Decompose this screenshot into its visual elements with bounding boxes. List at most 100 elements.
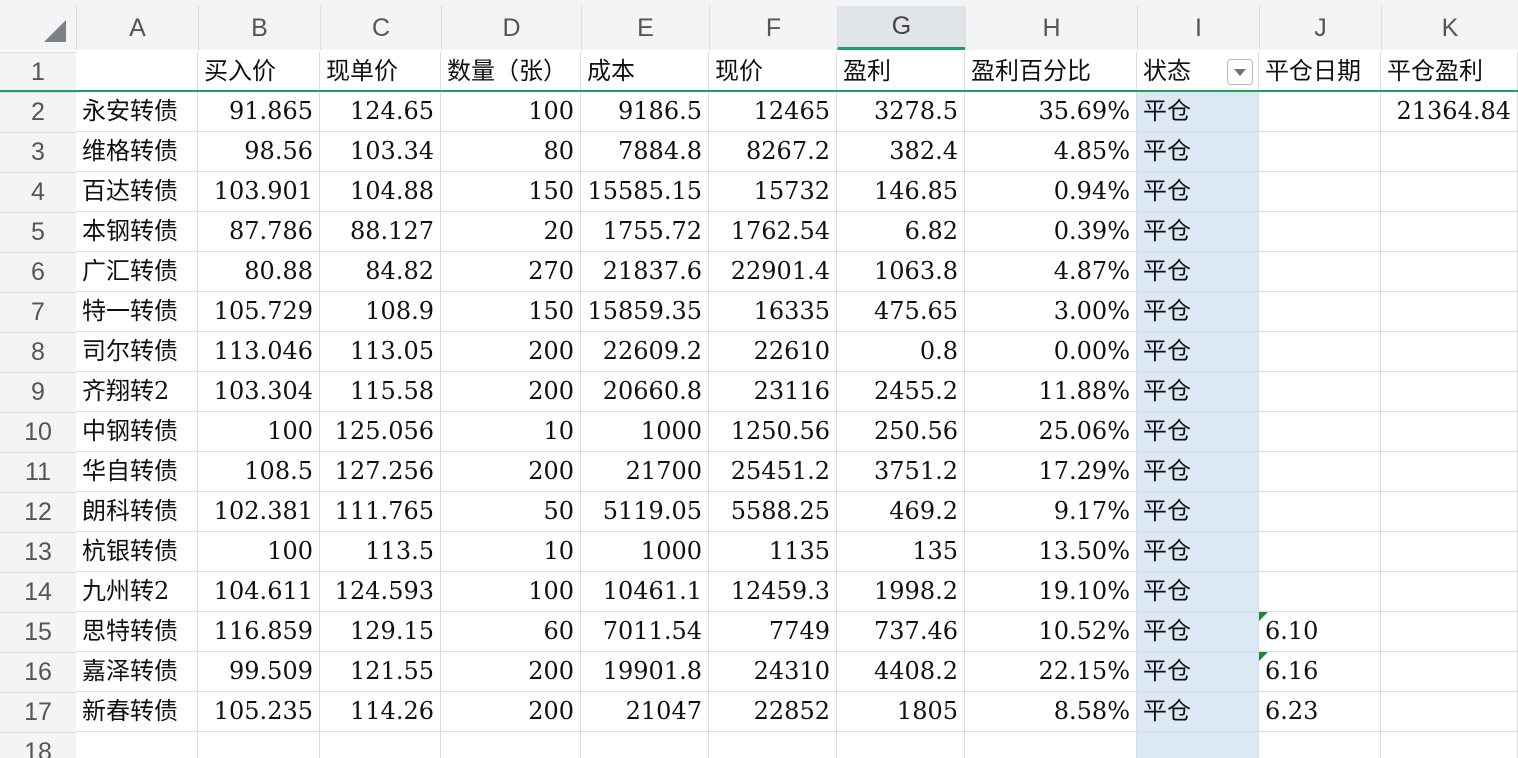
cell-d1[interactable]: 数量（张）: [441, 52, 581, 92]
cell-f13[interactable]: 1135: [709, 532, 837, 572]
cell-c10[interactable]: 125.056: [320, 412, 441, 452]
cell-j8[interactable]: [1259, 332, 1381, 372]
cell-d6[interactable]: 270: [441, 252, 581, 292]
column-header-k[interactable]: K: [1381, 6, 1518, 50]
row-header-9[interactable]: 9: [0, 372, 76, 412]
cell-j4[interactable]: [1259, 172, 1381, 212]
cell-c13[interactable]: 113.5: [320, 532, 441, 572]
cell-k14[interactable]: [1381, 572, 1518, 612]
cell-c7[interactable]: 108.9: [320, 292, 441, 332]
cell-g3[interactable]: 382.4: [837, 132, 965, 172]
row-header-5[interactable]: 5: [0, 212, 76, 252]
cell-c6[interactable]: 84.82: [320, 252, 441, 292]
spreadsheet-grid[interactable]: ABCDEFGHIJK 1 2 3 4 5 6 7 8 9 10 11 12 13 14 15 16 17 18 …: [0, 0, 1518, 758]
cell-b1[interactable]: 买入价: [198, 52, 320, 92]
cell-i10[interactable]: 平仓: [1137, 412, 1259, 452]
cell-k18[interactable]: [1381, 732, 1518, 758]
cell-c3[interactable]: 103.34: [320, 132, 441, 172]
cell-j3[interactable]: [1259, 132, 1381, 172]
cell-d9[interactable]: 200: [441, 372, 581, 412]
cell-f17[interactable]: 22852: [709, 692, 837, 732]
cell-f11[interactable]: 25451.2: [709, 452, 837, 492]
cell-b6[interactable]: 80.88: [198, 252, 320, 292]
cell-i15[interactable]: 平仓: [1137, 612, 1259, 652]
cell-j2[interactable]: [1259, 92, 1381, 132]
cell-d2[interactable]: 100: [441, 92, 581, 132]
cell-k10[interactable]: [1381, 412, 1518, 452]
cell-i6[interactable]: 平仓: [1137, 252, 1259, 292]
cell-f1[interactable]: 现价: [709, 52, 837, 92]
cell-i13[interactable]: 平仓: [1137, 532, 1259, 572]
cell-e11[interactable]: 21700: [581, 452, 709, 492]
cell-c1[interactable]: 现单价: [320, 52, 441, 92]
cell-d13[interactable]: 10: [441, 532, 581, 572]
cell-a10[interactable]: 中钢转债: [76, 412, 198, 452]
cell-h14[interactable]: 19.10%: [965, 572, 1137, 612]
cell-c2[interactable]: 124.65: [320, 92, 441, 132]
row-header-16[interactable]: 16: [0, 652, 76, 692]
cell-g12[interactable]: 469.2: [837, 492, 965, 532]
cell-h1[interactable]: 盈利百分比: [965, 52, 1137, 92]
cell-i18[interactable]: [1137, 732, 1259, 758]
cell-k3[interactable]: [1381, 132, 1518, 172]
cell-j5[interactable]: [1259, 212, 1381, 252]
cell-b13[interactable]: 100: [198, 532, 320, 572]
cell-k7[interactable]: [1381, 292, 1518, 332]
row-header-10[interactable]: 10: [0, 412, 76, 452]
cell-a16[interactable]: 嘉泽转债: [76, 652, 198, 692]
cell-c11[interactable]: 127.256: [320, 452, 441, 492]
row-header-8[interactable]: 8: [0, 332, 76, 372]
cell-b12[interactable]: 102.381: [198, 492, 320, 532]
cell-a12[interactable]: 朗科转债: [76, 492, 198, 532]
cell-i12[interactable]: 平仓: [1137, 492, 1259, 532]
cell-i5[interactable]: 平仓: [1137, 212, 1259, 252]
cell-i17[interactable]: 平仓: [1137, 692, 1259, 732]
cell-i11[interactable]: 平仓: [1137, 452, 1259, 492]
cell-e3[interactable]: 7884.8: [581, 132, 709, 172]
column-header-a[interactable]: A: [76, 6, 198, 50]
cell-h5[interactable]: 0.39%: [965, 212, 1137, 252]
cell-b14[interactable]: 104.611: [198, 572, 320, 612]
cell-b8[interactable]: 113.046: [198, 332, 320, 372]
cell-g11[interactable]: 3751.2: [837, 452, 965, 492]
cell-c8[interactable]: 113.05: [320, 332, 441, 372]
cell-k13[interactable]: [1381, 532, 1518, 572]
cell-e15[interactable]: 7011.54: [581, 612, 709, 652]
cell-b3[interactable]: 98.56: [198, 132, 320, 172]
cell-g7[interactable]: 475.65: [837, 292, 965, 332]
column-header-g[interactable]: G: [837, 6, 965, 50]
cell-g15[interactable]: 737.46: [837, 612, 965, 652]
cell-c9[interactable]: 115.58: [320, 372, 441, 412]
cell-h18[interactable]: [965, 732, 1137, 758]
cell-f2[interactable]: 12465: [709, 92, 837, 132]
row-header-14[interactable]: 14: [0, 572, 76, 612]
cell-a1[interactable]: [76, 52, 198, 92]
cell-h13[interactable]: 13.50%: [965, 532, 1137, 572]
cell-a7[interactable]: 特一转债: [76, 292, 198, 332]
cell-h8[interactable]: 0.00%: [965, 332, 1137, 372]
cell-j7[interactable]: [1259, 292, 1381, 332]
cell-d4[interactable]: 150: [441, 172, 581, 212]
cell-e16[interactable]: 19901.8: [581, 652, 709, 692]
cell-k1[interactable]: 平仓盈利: [1381, 52, 1518, 92]
cell-g8[interactable]: 0.8: [837, 332, 965, 372]
cell-a4[interactable]: 百达转债: [76, 172, 198, 212]
cell-h9[interactable]: 11.88%: [965, 372, 1137, 412]
cell-a17[interactable]: 新春转债: [76, 692, 198, 732]
column-header-d[interactable]: D: [441, 6, 581, 50]
cell-c14[interactable]: 124.593: [320, 572, 441, 612]
cell-a3[interactable]: 维格转债: [76, 132, 198, 172]
cell-k15[interactable]: [1381, 612, 1518, 652]
cell-h6[interactable]: 4.87%: [965, 252, 1137, 292]
cell-h10[interactable]: 25.06%: [965, 412, 1137, 452]
cell-k12[interactable]: [1381, 492, 1518, 532]
cell-c5[interactable]: 88.127: [320, 212, 441, 252]
cell-i14[interactable]: 平仓: [1137, 572, 1259, 612]
cell-e6[interactable]: 21837.6: [581, 252, 709, 292]
cell-j12[interactable]: [1259, 492, 1381, 532]
cell-c4[interactable]: 104.88: [320, 172, 441, 212]
cell-g5[interactable]: 6.82: [837, 212, 965, 252]
cell-j6[interactable]: [1259, 252, 1381, 292]
cell-h16[interactable]: 22.15%: [965, 652, 1137, 692]
cell-d7[interactable]: 150: [441, 292, 581, 332]
